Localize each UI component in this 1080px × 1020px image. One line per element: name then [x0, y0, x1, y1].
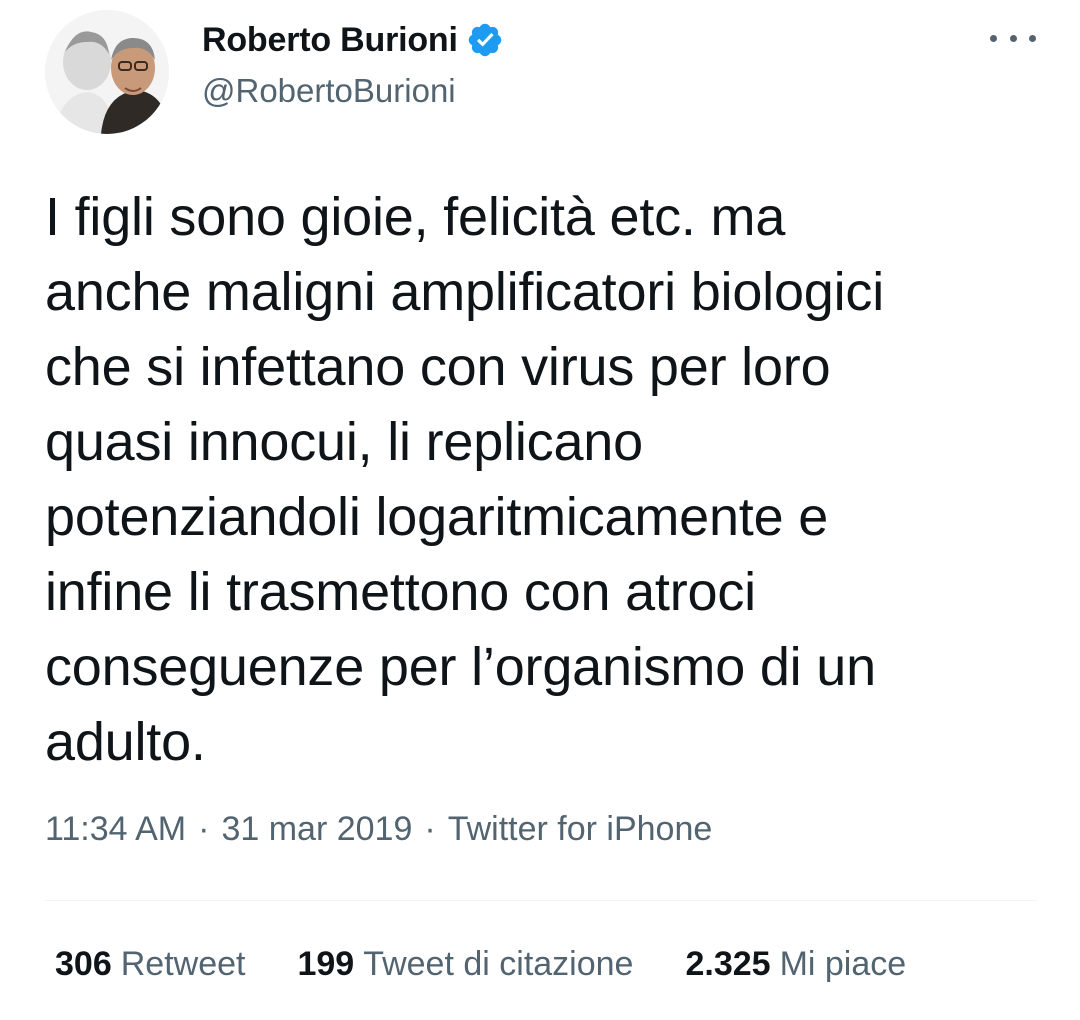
more-dot [990, 34, 997, 42]
tweet-card: Roberto Burioni @RobertoBurioni I figli … [0, 0, 1080, 1020]
author-display-name[interactable]: Roberto Burioni [202, 21, 458, 60]
author-name-row[interactable]: Roberto Burioni [202, 18, 504, 62]
meta-separator: · [198, 810, 210, 848]
stat-label: Tweet di citazione [363, 945, 634, 983]
tweet-date[interactable]: 31 mar 2019 [221, 810, 412, 849]
author-handle[interactable]: @RobertoBurioni [202, 72, 456, 110]
tweet-meta: 11:34 AM · 31 mar 2019 · Twitter for iPh… [45, 810, 712, 849]
more-options-icon[interactable] [990, 26, 1036, 50]
divider [45, 900, 1037, 901]
avatar-image [45, 10, 169, 134]
more-dot [1029, 34, 1036, 42]
stat-count: 306 [55, 945, 112, 983]
verified-badge-icon [466, 21, 504, 59]
meta-separator: · [424, 810, 436, 848]
tweet-source[interactable]: Twitter for iPhone [448, 810, 713, 849]
tweet-time[interactable]: 11:34 AM [45, 810, 186, 849]
stat-count: 2.325 [685, 945, 771, 983]
stat-quote-tweets[interactable]: 199 Tweet di citazione [297, 945, 633, 984]
stat-label: Retweet [120, 945, 246, 983]
tweet-stats: 306 Retweet 199 Tweet di citazione 2.325 Mi… [55, 945, 906, 984]
stat-likes[interactable]: 2.325 Mi piace [685, 945, 906, 984]
tweet-text: I figli sono gioie, felicità etc. ma anc… [45, 187, 885, 772]
more-dot [1009, 34, 1017, 42]
stat-retweets[interactable]: 306 Retweet [55, 945, 245, 984]
stat-label: Mi piace [779, 945, 907, 983]
stat-count: 199 [297, 945, 355, 983]
profile-avatar[interactable] [45, 10, 169, 134]
